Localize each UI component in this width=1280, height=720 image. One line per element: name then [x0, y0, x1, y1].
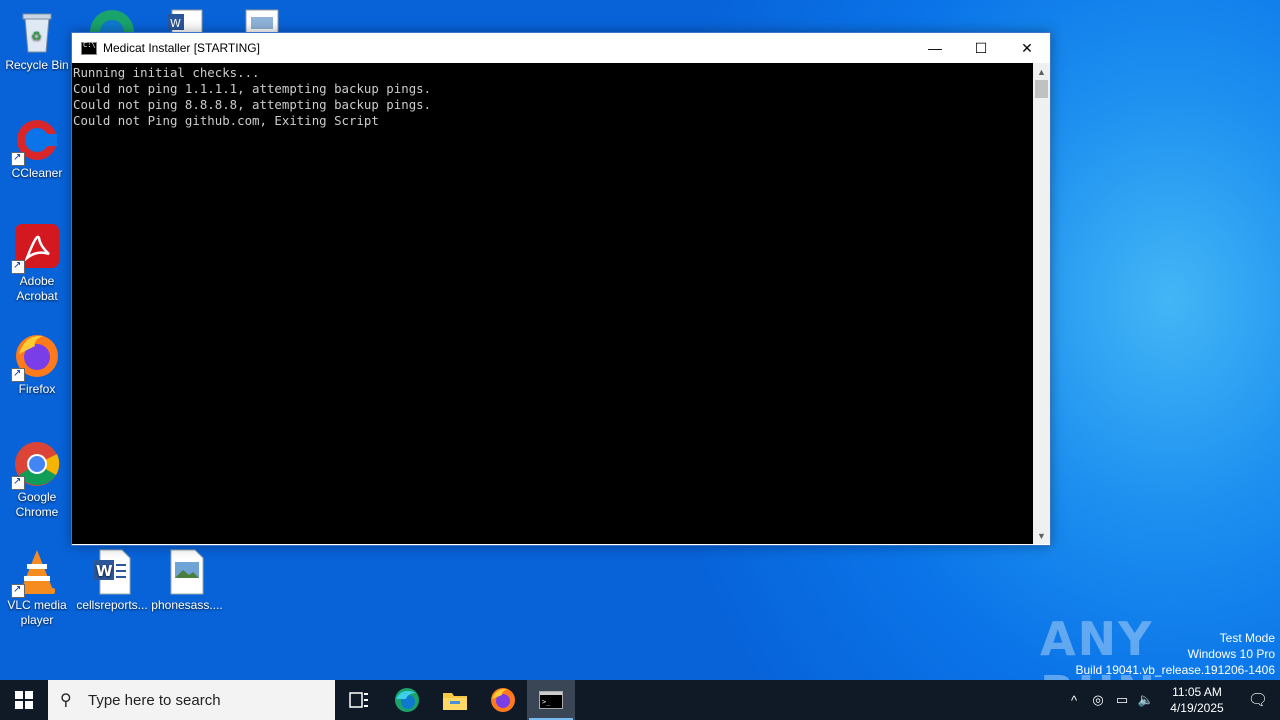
taskbar: ⚲ Type here to search >_ ^ ◎ ▭ 🔈 11:05 A… — [0, 680, 1280, 720]
shortcut-arrow-icon — [11, 150, 25, 166]
firefox-icon — [11, 332, 61, 382]
console-line: Running initial checks... — [73, 65, 260, 80]
task-view-icon — [349, 692, 368, 708]
taskbar-firefox[interactable] — [479, 680, 527, 720]
desktop-icon-vlc[interactable]: VLC media player — [0, 548, 74, 628]
image-file-icon — [163, 548, 211, 596]
desktop-icon-label: CCleaner — [11, 166, 63, 180]
desktop-icon-label: Firefox — [18, 382, 56, 396]
word-document-icon: W — [88, 548, 136, 596]
vlc-icon — [11, 548, 61, 598]
shortcut-arrow-icon — [11, 474, 25, 490]
console-icon: >_ — [539, 691, 563, 709]
image-file-partial[interactable] — [244, 8, 280, 37]
shortcut-arrow-icon — [11, 258, 25, 274]
minimize-button[interactable]: — — [912, 33, 958, 63]
watermark-edition: Windows 10 Pro — [1187, 647, 1275, 661]
svg-text:>_: >_ — [542, 698, 551, 706]
ccleaner-icon — [11, 116, 61, 166]
console-app-icon — [81, 41, 97, 55]
desktop-icon-label: Google Chrome — [15, 490, 59, 519]
clock-time: 11:05 AM — [1172, 685, 1222, 699]
shortcut-arrow-icon — [11, 366, 25, 382]
edge-icon — [90, 10, 134, 54]
notification-icon[interactable]: 🗨 — [1236, 690, 1280, 710]
desktop-icon-label: Adobe Acrobat — [16, 274, 58, 303]
taskbar-file-explorer[interactable] — [431, 680, 479, 720]
image-file-icon — [245, 9, 279, 37]
volume-icon[interactable]: 🔈 — [1134, 692, 1158, 708]
windows-logo-icon — [15, 691, 33, 709]
desktop-icon-cellsreports[interactable]: W cellsreports... — [75, 548, 149, 613]
console-line: Could not Ping github.com, Exiting Scrip… — [73, 113, 379, 128]
word-doc-partial[interactable]: W — [166, 8, 206, 37]
network-icon[interactable]: ▭ — [1110, 692, 1134, 708]
firefox-icon — [491, 688, 515, 712]
close-button[interactable]: ✕ — [1004, 33, 1050, 63]
system-tray: ^ ◎ ▭ 🔈 11:05 AM 4/19/2025 🗨 — [1062, 680, 1280, 720]
maximize-button[interactable]: ☐ — [958, 33, 1004, 63]
svg-text:W: W — [170, 17, 181, 30]
adobe-acrobat-icon — [11, 224, 61, 274]
taskbar-search-box[interactable]: ⚲ Type here to search — [48, 680, 335, 720]
watermark-build: Build 19041.vb_release.191206-1406 — [1075, 663, 1276, 677]
search-icon: ⚲ — [60, 692, 72, 709]
watermark-test-mode: Test Mode — [1219, 631, 1275, 645]
shortcut-arrow-icon — [11, 582, 25, 598]
os-watermark: Test Mode Windows 10 Pro Build 19041.vb_… — [1076, 630, 1276, 678]
word-document-icon: W — [168, 9, 203, 37]
desktop-icon-adobe-acrobat[interactable]: Adobe Acrobat — [0, 224, 74, 304]
chrome-icon — [11, 440, 61, 490]
camera-icon[interactable]: ◎ — [1086, 692, 1110, 708]
svg-text:W: W — [96, 562, 113, 580]
vertical-scrollbar[interactable]: ▲ ▼ — [1033, 63, 1050, 544]
clock-date: 4/19/2025 — [1170, 701, 1224, 715]
edge-icon — [395, 688, 419, 712]
desktop-icon-recycle-bin[interactable]: ♻ Recycle Bin — [0, 8, 74, 73]
window-title: Medicat Installer [STARTING] — [103, 41, 260, 55]
desktop-icon-firefox[interactable]: Firefox — [0, 332, 74, 397]
desktop-icon-label: Recycle Bin — [5, 58, 69, 72]
search-placeholder: Type here to search — [88, 691, 221, 709]
taskbar-edge[interactable] — [383, 680, 431, 720]
recycle-bin-icon: ♻ — [13, 8, 61, 56]
start-button[interactable] — [0, 680, 48, 720]
clock[interactable]: 11:05 AM 4/19/2025 — [1162, 684, 1232, 716]
desktop-icon-google-chrome[interactable]: Google Chrome — [0, 440, 74, 520]
taskbar-console[interactable]: >_ — [527, 680, 575, 720]
console-window[interactable]: Medicat Installer [STARTING] — ☐ ✕ Runni… — [71, 32, 1051, 546]
chevron-up-icon[interactable]: ^ — [1062, 693, 1086, 708]
console-output[interactable]: Running initial checks... Could not ping … — [72, 63, 1033, 544]
console-line: Could not ping 1.1.1.1, attempting backu… — [73, 81, 432, 96]
desktop-icon-ccleaner[interactable]: CCleaner — [0, 116, 74, 181]
svg-text:♻: ♻ — [31, 29, 42, 43]
desktop-icon-label: cellsreports... — [76, 598, 148, 612]
scroll-up-arrow-icon[interactable]: ▲ — [1033, 63, 1050, 80]
desktop-icon-label: phonesass.... — [151, 598, 223, 612]
scroll-down-arrow-icon[interactable]: ▼ — [1033, 527, 1050, 544]
edge-icon-partial[interactable] — [88, 4, 136, 54]
desktop-icon-label: VLC media player — [7, 598, 67, 627]
console-line: Could not ping 8.8.8.8, attempting backu… — [73, 97, 432, 112]
folder-icon — [443, 693, 467, 710]
title-bar[interactable]: Medicat Installer [STARTING] — ☐ ✕ — [72, 33, 1050, 63]
scroll-thumb[interactable] — [1035, 80, 1048, 98]
task-view-button[interactable] — [335, 680, 383, 720]
desktop-icon-phonesass[interactable]: phonesass.... — [150, 548, 224, 613]
